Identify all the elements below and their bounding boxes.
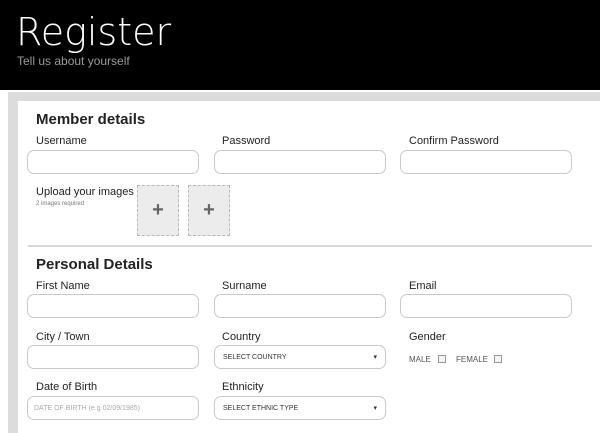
surname-input[interactable] [214, 294, 386, 318]
female-checkbox[interactable] [494, 355, 502, 363]
male-checkbox[interactable] [438, 355, 446, 363]
username-input[interactable] [27, 150, 199, 174]
city-label: City / Town [36, 331, 90, 343]
chevron-down-icon: ▾ [373, 354, 377, 361]
email-label: Email [409, 280, 437, 292]
surname-label: Surname [222, 280, 267, 292]
chevron-down-icon: ▾ [373, 405, 377, 412]
username-label: Username [36, 135, 87, 147]
ethnicity-select-value: SELECT ETHNIC TYPE [223, 404, 299, 412]
country-select[interactable]: SELECT COUNTRY ▾ [214, 345, 386, 369]
male-label: MALE [409, 355, 431, 364]
section-divider [28, 245, 592, 247]
dob-input[interactable] [27, 396, 199, 420]
country-label: Country [222, 331, 261, 343]
country-select-value: SELECT COUNTRY [223, 353, 287, 361]
ethnicity-select[interactable]: SELECT ETHNIC TYPE ▾ [214, 396, 386, 420]
upload-images-note: 2 images required [36, 201, 85, 207]
plus-icon: + [203, 199, 215, 221]
confirm-password-input[interactable] [400, 150, 572, 174]
page-subtitle: Tell us about yourself [17, 54, 130, 68]
password-input[interactable] [214, 150, 386, 174]
page-header: Register Tell us about yourself [0, 0, 600, 90]
email-input[interactable] [400, 294, 572, 318]
gender-label: Gender [409, 331, 446, 343]
page-title: Register [16, 10, 172, 54]
upload-image-1-button[interactable]: + [137, 185, 179, 236]
first-name-label: First Name [36, 280, 90, 292]
upload-images-label: Upload your images [36, 186, 134, 198]
female-label: FEMALE [456, 355, 489, 364]
member-details-title: Member details [36, 111, 146, 128]
upload-image-2-button[interactable]: + [188, 185, 230, 236]
first-name-input[interactable] [27, 294, 199, 318]
dob-label: Date of Birth [36, 381, 98, 393]
password-label: Password [222, 135, 271, 147]
ethnicity-label: Ethnicity [222, 381, 264, 393]
city-input[interactable] [27, 345, 199, 369]
personal-details-title: Personal Details [36, 256, 153, 273]
plus-icon: + [152, 199, 164, 221]
confirm-password-label: Confirm Password [409, 135, 499, 147]
